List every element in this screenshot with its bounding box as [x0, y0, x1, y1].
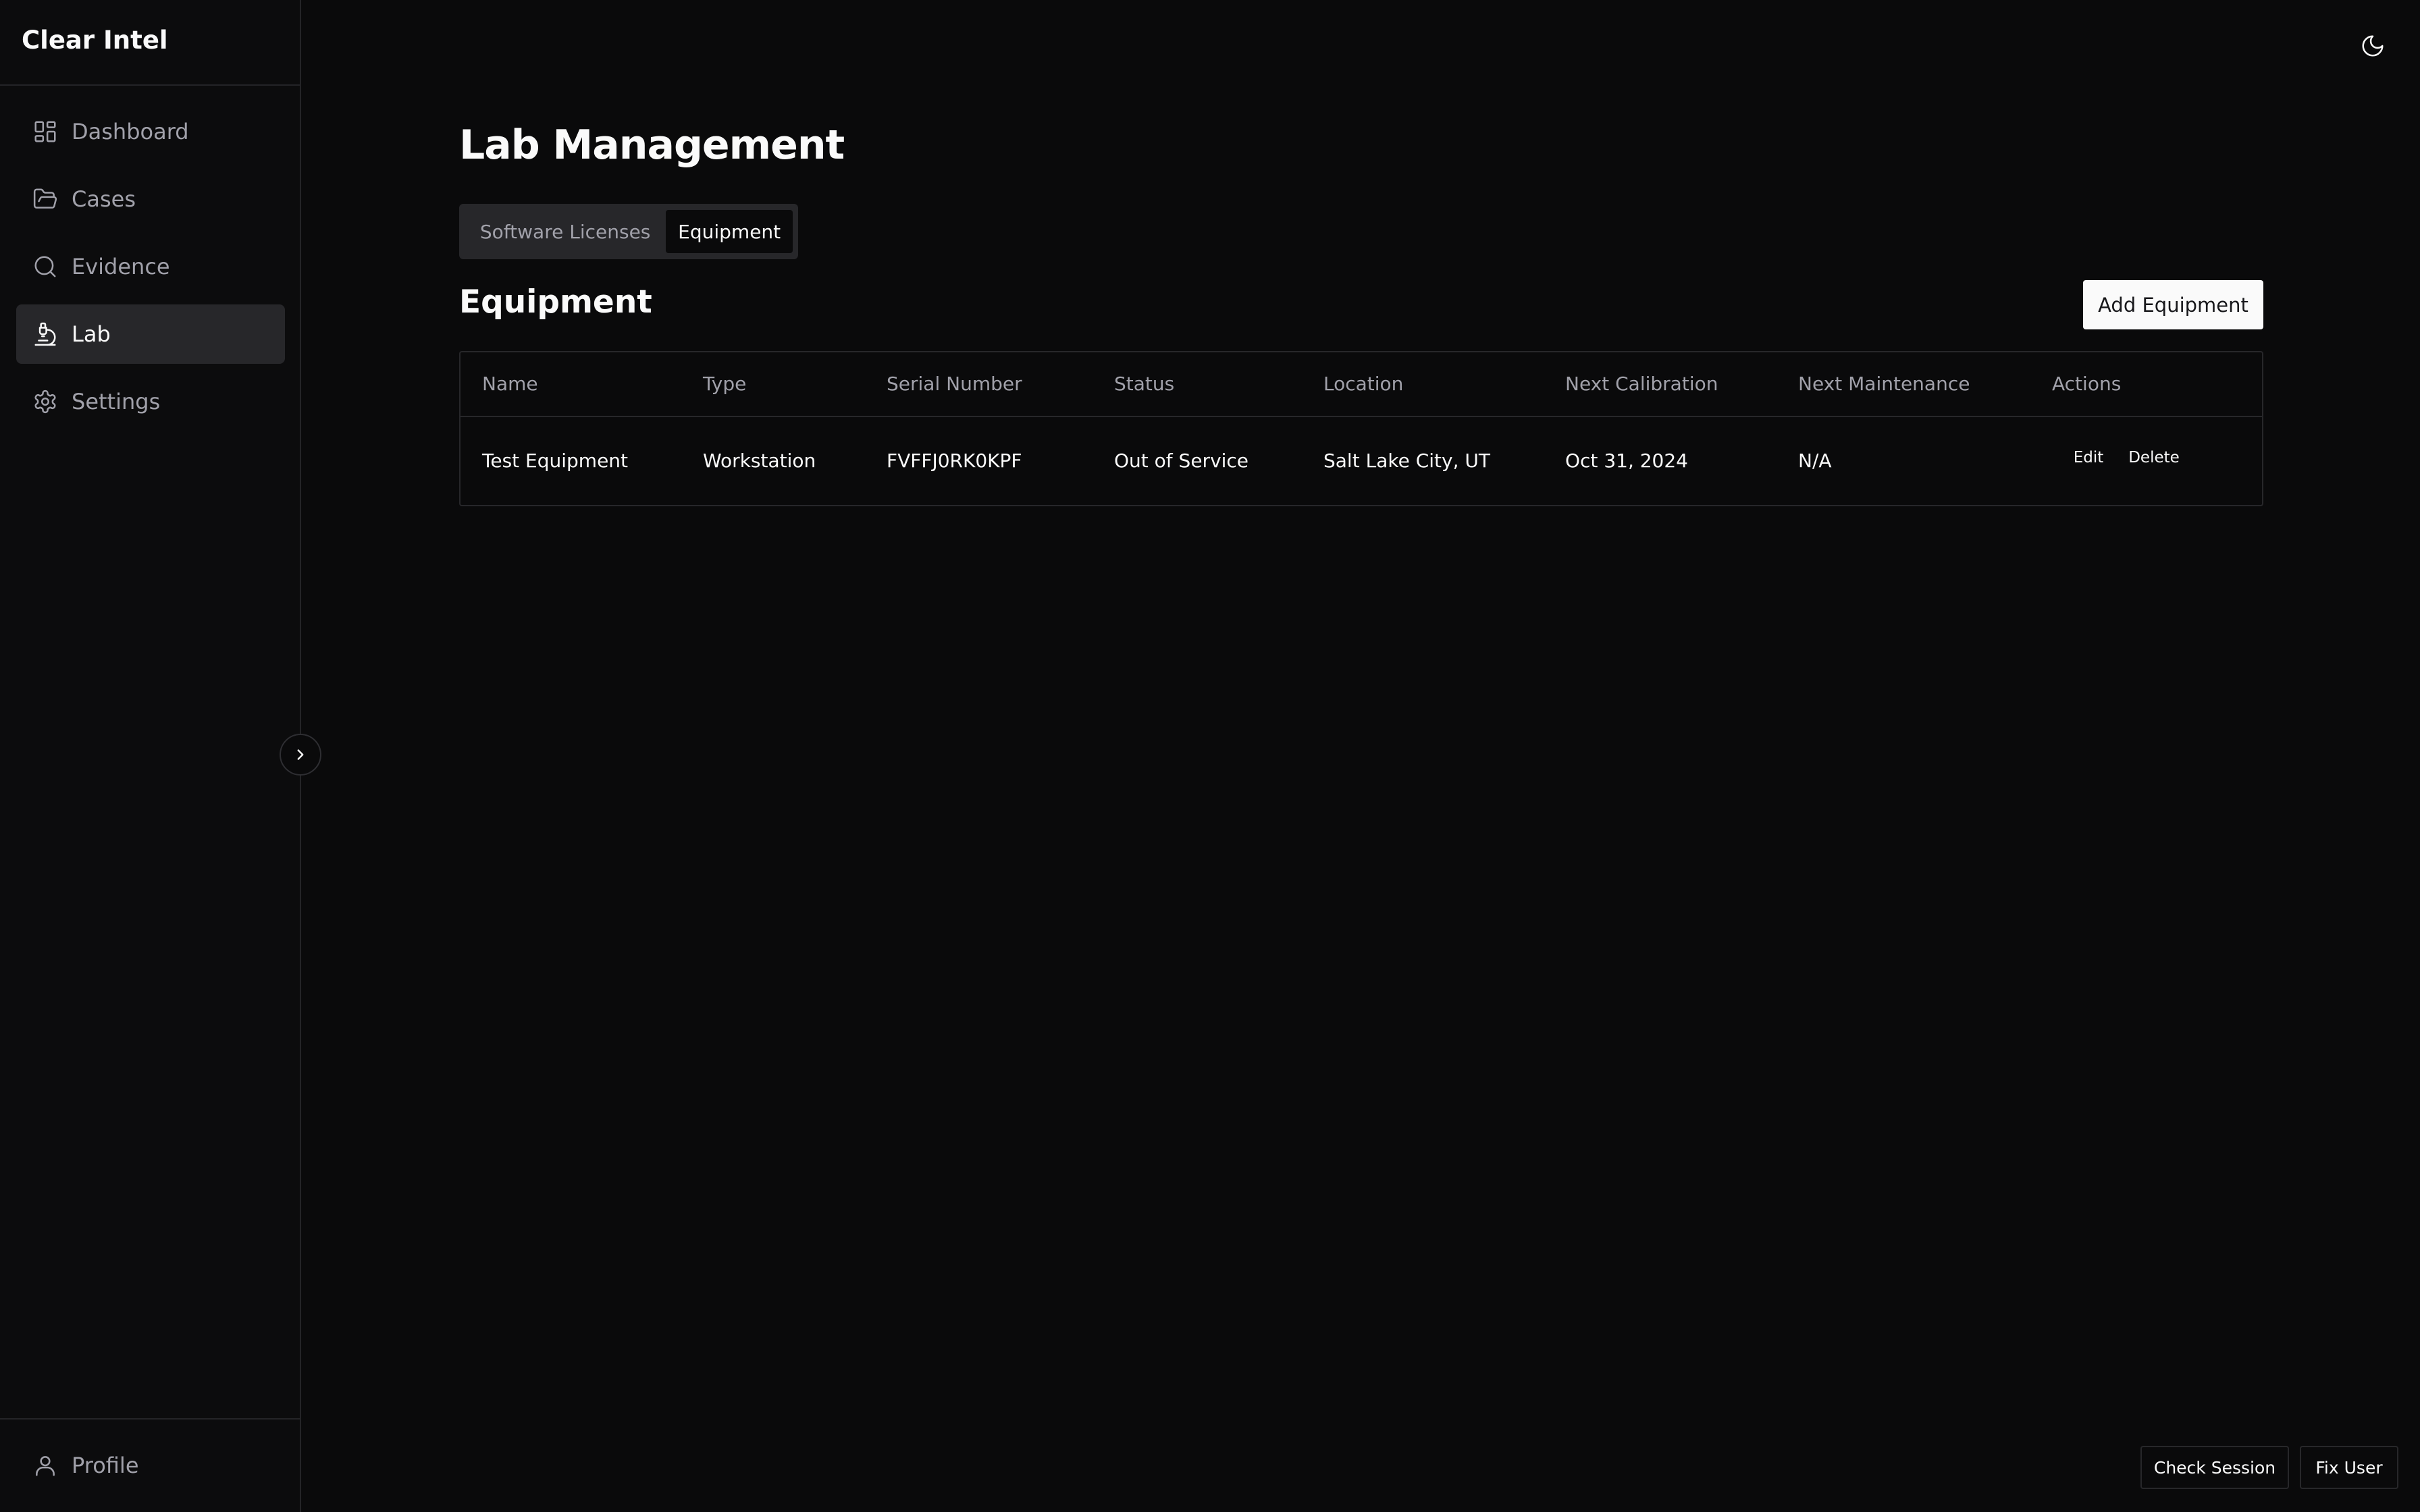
tab-equipment[interactable]: Equipment [666, 210, 793, 253]
sidebar-item-label: Profile [72, 1453, 139, 1478]
check-session-button[interactable]: Check Session [2140, 1446, 2289, 1489]
app-root: Clear Intel Dashboard Cases Evidence Lab… [0, 0, 2420, 1512]
edit-button[interactable]: Edit [2065, 439, 2112, 477]
sidebar-item-label: Cases [72, 186, 136, 212]
page-title: Lab Management [459, 122, 845, 169]
column-header-next-maintenance: Next Maintenance [1798, 373, 1970, 395]
layout-grid-icon [32, 119, 58, 144]
column-header-type: Type [703, 373, 747, 395]
sidebar-item-evidence[interactable]: Evidence [16, 237, 285, 296]
cell-location: Salt Lake City, UT [1323, 450, 1490, 472]
equipment-table: Name Type Serial Number Status Location … [459, 351, 2263, 506]
section-title: Equipment [459, 284, 652, 321]
cell-next-calibration: Oct 31, 2024 [1565, 450, 1688, 472]
microscope-icon [32, 321, 58, 347]
sidebar-item-label: Dashboard [72, 119, 189, 144]
tab-software-licenses[interactable]: Software Licenses [465, 210, 666, 253]
brand-divider [0, 84, 300, 86]
gear-icon [32, 389, 58, 414]
tab-list: Software Licenses Equipment [459, 204, 798, 259]
column-header-location: Location [1323, 373, 1404, 395]
cell-status: Out of Service [1114, 450, 1249, 472]
fix-user-button[interactable]: Fix User [2300, 1446, 2398, 1489]
folder-open-icon [32, 186, 58, 212]
sidebar-item-lab[interactable]: Lab [16, 304, 285, 364]
sidebar-item-profile[interactable]: Profile [16, 1436, 285, 1495]
column-header-actions: Actions [2052, 373, 2122, 395]
brand-title: Clear Intel [22, 26, 168, 55]
sidebar-item-label: Evidence [72, 254, 170, 279]
delete-button[interactable]: Delete [2122, 439, 2186, 477]
sidebar-item-settings[interactable]: Settings [16, 372, 285, 431]
column-header-status: Status [1114, 373, 1175, 395]
column-header-name: Name [482, 373, 538, 395]
cell-next-maintenance: N/A [1798, 450, 1832, 472]
cell-type: Workstation [703, 450, 816, 472]
search-icon [32, 254, 58, 279]
user-icon [32, 1453, 58, 1478]
sidebar-footer-divider [0, 1418, 300, 1420]
column-header-serial: Serial Number [887, 373, 1022, 395]
chevron-right-icon [292, 746, 309, 763]
add-equipment-button[interactable]: Add Equipment [2083, 280, 2263, 329]
column-header-next-calibration: Next Calibration [1565, 373, 1718, 395]
theme-toggle-button[interactable] [2357, 30, 2389, 62]
sidebar: Clear Intel Dashboard Cases Evidence Lab… [0, 0, 301, 1512]
sidebar-toggle-button[interactable] [280, 734, 321, 776]
sidebar-item-dashboard[interactable]: Dashboard [16, 102, 285, 161]
sidebar-item-label: Settings [72, 389, 161, 414]
moon-icon [2360, 33, 2386, 59]
cell-serial: FVFFJ0RK0KPF [887, 450, 1022, 472]
sidebar-item-label: Lab [72, 321, 111, 347]
sidebar-item-cases[interactable]: Cases [16, 169, 285, 229]
cell-name: Test Equipment [482, 450, 629, 472]
